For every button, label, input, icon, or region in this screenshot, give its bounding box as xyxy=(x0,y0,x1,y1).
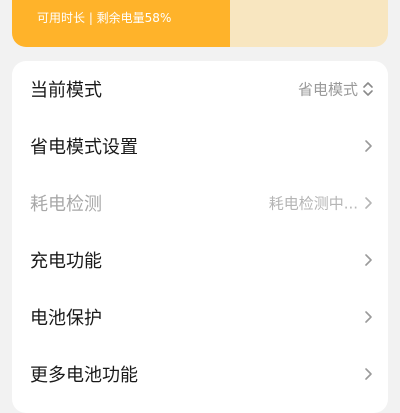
updown-chevron-icon xyxy=(362,81,374,97)
chevron-right-icon xyxy=(362,138,374,154)
battery-status-card: 可用时长 | 剩余电量58% xyxy=(12,0,388,47)
setting-power-saving-mode-label: 省电模式设置 xyxy=(30,137,138,158)
setting-current-mode[interactable]: 当前模式 省电模式 xyxy=(12,61,388,117)
settings-list: 当前模式 省电模式 省电模式设置 耗电检测 耗电检测中... 充电功能 电池保护… xyxy=(12,61,388,413)
setting-power-consumption-detection: 耗电检测 耗电检测中... xyxy=(12,175,388,231)
chevron-right-icon xyxy=(362,366,374,382)
setting-current-mode-value: 省电模式 xyxy=(297,80,358,99)
setting-current-mode-label: 当前模式 xyxy=(30,80,102,101)
setting-battery-protection-label: 电池保护 xyxy=(30,308,102,329)
chevron-right-icon xyxy=(362,309,374,325)
setting-more-battery-features-label: 更多电池功能 xyxy=(30,365,138,386)
setting-power-saving-mode[interactable]: 省电模式设置 xyxy=(12,118,388,174)
setting-charging-features-label: 充电功能 xyxy=(30,251,102,272)
setting-battery-protection[interactable]: 电池保护 xyxy=(12,289,388,345)
setting-power-consumption-detection-label: 耗电检测 xyxy=(30,194,102,215)
setting-more-battery-features[interactable]: 更多电池功能 xyxy=(12,346,388,402)
chevron-right-icon xyxy=(362,252,374,268)
battery-status-text: 可用时长 | 剩余电量58% xyxy=(37,11,172,25)
chevron-right-icon xyxy=(362,195,374,211)
setting-power-consumption-detection-value: 耗电检测中... xyxy=(268,194,358,213)
setting-charging-features[interactable]: 充电功能 xyxy=(12,232,388,288)
